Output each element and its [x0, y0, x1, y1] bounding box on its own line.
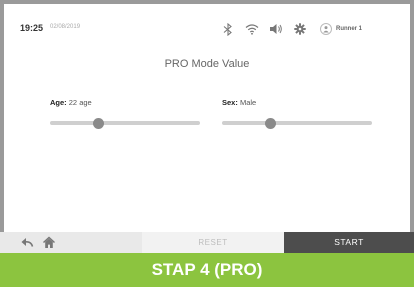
sex-label-text: Sex	[222, 98, 236, 107]
sex-field-label: Sex: Male	[222, 98, 256, 107]
clock-date: 02/08/2019	[50, 24, 81, 30]
age-label-text: Age	[50, 98, 65, 107]
bottom-action-bar: RESET START	[0, 232, 414, 253]
page-title: PRO Mode Value	[164, 58, 250, 70]
home-icon[interactable]	[42, 236, 56, 249]
wifi-icon[interactable]	[244, 22, 260, 36]
age-slider-handle[interactable]	[92, 117, 104, 129]
device-screen: 19:25 02/08/2019 Runner 1 PRO Mode Value…	[0, 0, 414, 287]
sex-value: Male	[239, 98, 257, 107]
age-value: 22 age	[68, 98, 92, 107]
start-button[interactable]: START	[284, 232, 414, 253]
nav-zone	[0, 232, 142, 253]
user-avatar-icon[interactable]	[320, 23, 332, 35]
settings-gear-icon[interactable]	[292, 22, 308, 36]
step-banner: STAP 4 (PRO)	[0, 253, 414, 287]
sex-slider[interactable]	[222, 117, 372, 129]
sex-slider-handle[interactable]	[264, 117, 276, 129]
back-arrow-icon[interactable]	[20, 236, 34, 249]
clock-time: 19:25	[20, 23, 44, 33]
age-slider[interactable]	[50, 117, 200, 129]
reset-button[interactable]: RESET	[142, 232, 284, 253]
screen-bezel-top	[0, 0, 414, 4]
status-bar: 19:25 02/08/2019 Runner 1	[20, 20, 414, 38]
status-icons: Runner 1	[220, 20, 362, 38]
bluetooth-icon[interactable]	[220, 22, 236, 36]
screen-bezel-left	[0, 0, 4, 253]
age-field-label: Age: 22 age	[50, 98, 92, 107]
volume-icon[interactable]	[268, 22, 284, 36]
runner-label[interactable]: Runner 1	[336, 26, 362, 32]
